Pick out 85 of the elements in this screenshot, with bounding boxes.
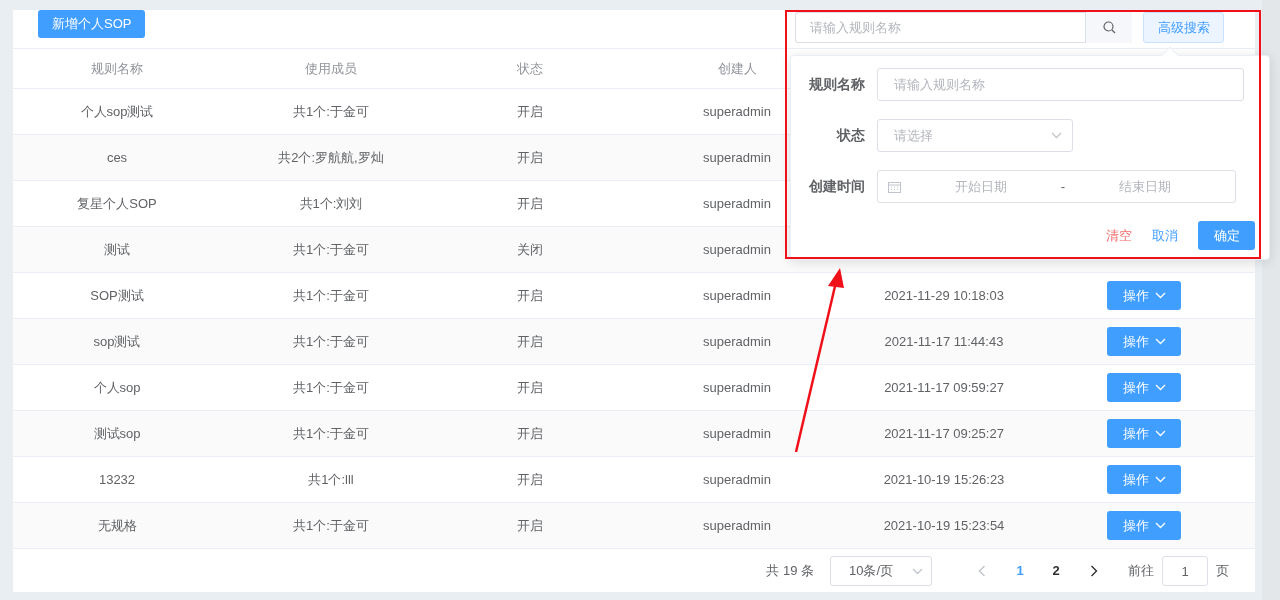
table-cell: superadmin xyxy=(703,333,771,349)
table-cell: 共1个:于金可 xyxy=(293,425,369,441)
table-cell: 开启 xyxy=(517,425,543,441)
table-cell: superadmin xyxy=(703,195,771,211)
goto-label: 前往 xyxy=(1128,562,1154,581)
table-cell: 2021-11-17 11:44:43 xyxy=(884,333,1004,349)
action-dropdown-button[interactable]: 操作 xyxy=(1107,419,1181,448)
total-count: 共 19 条 xyxy=(766,562,814,581)
table-cell: 共1个:lll xyxy=(308,471,354,487)
table-cell: 共1个:于金可 xyxy=(293,287,369,303)
table-cell: superadmin xyxy=(703,241,771,257)
table-cell: 共2个:罗航航,罗灿 xyxy=(278,149,384,165)
table-cell: 开启 xyxy=(517,149,543,165)
next-page-icon[interactable] xyxy=(1090,565,1098,577)
column-header: 使用成员 xyxy=(221,48,441,89)
table-cell: 共1个:于金可 xyxy=(293,103,369,119)
table-cell: 2021-10-19 15:26:23 xyxy=(883,471,1005,487)
table-cell: 复星个人SOP xyxy=(77,195,157,211)
caret-icon xyxy=(1154,522,1166,529)
date-range-field[interactable]: 开始日期 - 结束日期 xyxy=(877,170,1236,203)
table-cell: superadmin xyxy=(703,103,771,119)
table-cell: 2021-11-17 09:59:27 xyxy=(884,379,1004,395)
table-cell: 测试sop xyxy=(93,425,141,441)
add-sop-button[interactable]: 新增个人SOP xyxy=(38,10,146,38)
table-cell: 开启 xyxy=(517,379,543,395)
table-cell: 开启 xyxy=(517,287,543,303)
table-cell: 个人sop测试 xyxy=(80,103,154,119)
status-select[interactable]: 请选择 xyxy=(877,119,1073,152)
table-cell: 关闭 xyxy=(517,241,543,257)
calendar-icon xyxy=(888,180,901,193)
table-cell: 开启 xyxy=(517,103,543,119)
table-cell: 共1个:于金可 xyxy=(293,517,369,533)
table-cell: superadmin xyxy=(703,149,771,165)
field-label: 状态 xyxy=(835,126,866,145)
rule-name-input[interactable]: 请输入规则名称 xyxy=(877,68,1244,101)
page-size-select[interactable]: 10条/页 xyxy=(830,556,932,586)
table-cell: 2021-11-17 09:25:27 xyxy=(884,425,1004,441)
advanced-search-button[interactable]: 高级搜索 xyxy=(1143,12,1224,43)
table-cell: sop测试 xyxy=(93,333,141,349)
confirm-button[interactable]: 确定 xyxy=(1198,221,1255,250)
caret-icon xyxy=(1154,338,1166,345)
action-dropdown-button[interactable]: 操作 xyxy=(1107,373,1181,402)
table-cell: 无规格 xyxy=(97,517,137,533)
table-cell: 共1个:于金可 xyxy=(293,241,369,257)
table-cell: 测试 xyxy=(104,241,130,257)
previous-page-icon[interactable] xyxy=(978,565,986,577)
column-header: 规则名称 xyxy=(13,48,221,89)
table-cell: 共1个:于金可 xyxy=(293,379,369,395)
table-cell: 共1个:于金可 xyxy=(293,333,369,349)
table-cell: superadmin xyxy=(703,425,771,441)
table-cell: superadmin xyxy=(703,287,771,303)
table-cell: 开启 xyxy=(517,517,543,533)
action-dropdown-button[interactable]: 操作 xyxy=(1107,465,1181,494)
table-cell: 共1个:刘刘 xyxy=(299,195,363,211)
caret-icon xyxy=(912,567,923,575)
table-cell: 开启 xyxy=(517,195,543,211)
action-dropdown-button[interactable]: 操作 xyxy=(1107,327,1181,356)
page-number[interactable]: 1 xyxy=(1002,560,1038,582)
page-input[interactable]: 1 xyxy=(1162,556,1208,586)
table-cell: superadmin xyxy=(703,379,771,395)
search-icon xyxy=(1102,21,1116,34)
cancel-button[interactable]: 取消 xyxy=(1144,221,1186,250)
action-dropdown-button[interactable]: 操作 xyxy=(1107,281,1181,310)
caret-icon xyxy=(1154,476,1166,483)
table-cell: 开启 xyxy=(517,333,543,349)
table-cell: 开启 xyxy=(517,471,543,487)
table-cell: SOP测试 xyxy=(90,287,144,303)
column-header: 状态 xyxy=(441,48,619,89)
goto-suffix: 页 xyxy=(1216,562,1229,581)
caret-icon xyxy=(1154,292,1166,299)
table-cell: 2021-11-29 10:18:03 xyxy=(884,287,1004,303)
page-number[interactable]: 2 xyxy=(1038,560,1074,582)
table-cell: superadmin xyxy=(703,471,771,487)
caret-icon xyxy=(1154,430,1166,437)
table-cell: 个人sop xyxy=(93,379,141,395)
table-cell: 13232 xyxy=(98,471,136,487)
caret-icon xyxy=(1051,132,1062,139)
field-label: 创建时间 xyxy=(808,177,866,196)
table-cell: superadmin xyxy=(703,517,771,533)
caret-icon xyxy=(1154,384,1166,391)
clear-button[interactable]: 清空 xyxy=(1098,221,1140,250)
table-cell: ces xyxy=(106,149,128,165)
table-cell: 2021-10-19 15:23:54 xyxy=(883,517,1005,533)
action-dropdown-button[interactable]: 操作 xyxy=(1107,511,1181,540)
search-button[interactable] xyxy=(1085,12,1132,43)
